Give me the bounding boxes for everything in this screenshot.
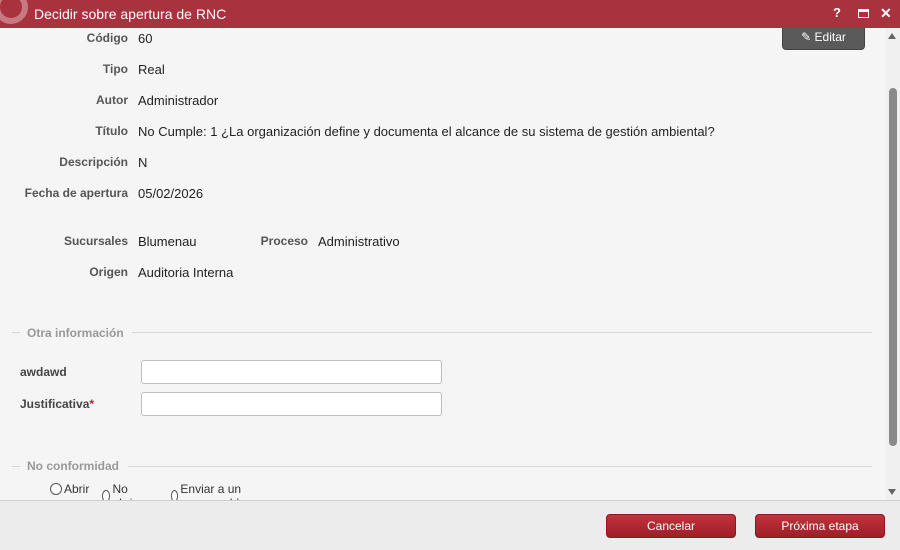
scroll-thumb[interactable]: [889, 88, 897, 446]
origen-value: Auditoria Interna: [138, 265, 234, 280]
radio-label: Abrir: [64, 482, 90, 496]
codigo-value: 60: [138, 31, 153, 46]
sucursales-label: Sucursales: [63, 234, 128, 248]
justificativa-input[interactable]: [141, 392, 442, 416]
help-button[interactable]: ?: [833, 5, 841, 20]
no-conformidad-title: No conformidad: [27, 459, 119, 473]
app-logo: [0, 0, 28, 24]
origen-label: Origen: [89, 265, 128, 279]
otra-informacion-title: Otra información: [27, 326, 124, 340]
required-marker: *: [89, 397, 95, 411]
radio-abrir[interactable]: Abrir: [50, 482, 89, 496]
section-divider: [12, 466, 20, 474]
vertical-scrollbar[interactable]: [886, 28, 900, 500]
next-stage-button[interactable]: Próxima etapa: [755, 514, 885, 538]
radio-circle[interactable]: [171, 490, 179, 500]
section-divider: [12, 332, 20, 340]
pencil-icon: ✎: [801, 30, 812, 44]
edit-label: Editar: [814, 30, 846, 44]
maximize-button[interactable]: [858, 9, 869, 18]
fecha-apertura-label: Fecha de apertura: [24, 186, 128, 200]
radio-no-abrir[interactable]: No abrir: [102, 482, 140, 500]
titulo-label: Título: [95, 124, 128, 138]
scroll-down-icon[interactable]: [888, 489, 896, 495]
cancel-button[interactable]: Cancelar: [606, 514, 736, 538]
justificativa-label: Justificativa*: [20, 397, 94, 411]
radio-label: Enviar a un responsable: [180, 482, 245, 500]
title-bar: Decidir sobre apertura de RNC ? ✕: [0, 0, 900, 28]
form-content: ✎ Editar Código 60 Tipo Real Autor Admin…: [0, 28, 885, 500]
titulo-value: No Cumple: 1 ¿La organización define y d…: [138, 124, 715, 139]
radio-circle[interactable]: [50, 483, 62, 495]
close-button[interactable]: ✕: [880, 5, 892, 22]
radio-enviar-responsable[interactable]: Enviar a un responsable: [171, 482, 250, 500]
section-divider: [128, 466, 872, 467]
edit-button[interactable]: ✎ Editar: [782, 28, 865, 50]
dialog-footer: Cancelar Próxima etapa: [0, 500, 900, 550]
justificativa-label-text: Justificativa: [20, 397, 90, 411]
autor-value: Administrador: [138, 93, 219, 108]
scroll-up-icon[interactable]: [888, 33, 896, 39]
descripcion-label: Descripción: [59, 155, 128, 169]
descripcion-value: N: [138, 155, 148, 170]
fecha-apertura-value: 05/02/2026: [138, 186, 204, 201]
proceso-value: Administrativo: [318, 234, 400, 249]
section-divider: [132, 332, 872, 333]
autor-label: Autor: [96, 93, 128, 107]
tipo-label: Tipo: [102, 62, 128, 76]
radio-label: No abrir: [112, 482, 136, 500]
awdawd-input[interactable]: [141, 360, 442, 384]
radio-circle[interactable]: [102, 490, 111, 500]
awdawd-label: awdawd: [20, 365, 67, 379]
proceso-label: Proceso: [260, 234, 308, 248]
tipo-value: Real: [138, 62, 165, 77]
window-title: Decidir sobre apertura de RNC: [34, 6, 227, 22]
codigo-label: Código: [86, 31, 128, 45]
